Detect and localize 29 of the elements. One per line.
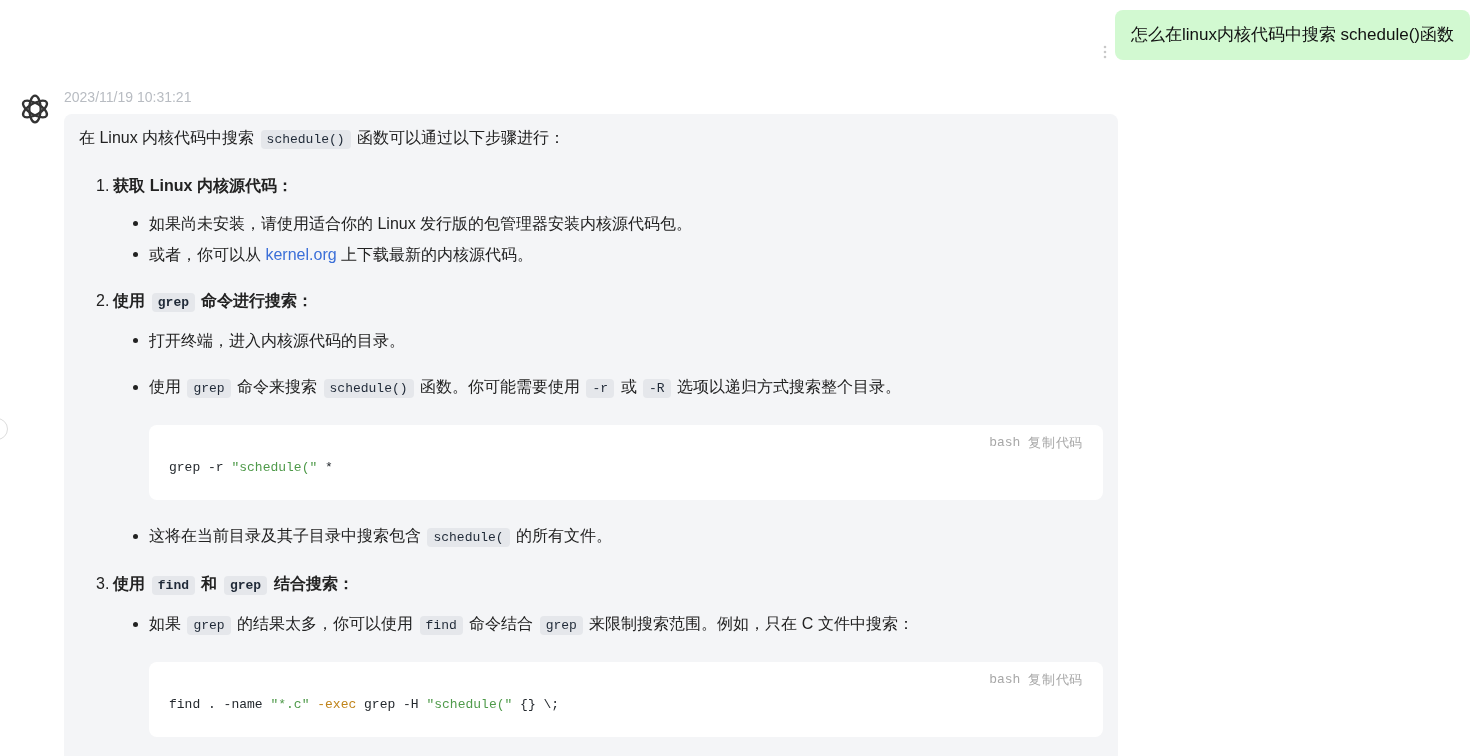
code-line: grep -r "schedule(" * — [169, 459, 334, 477]
step-title: 使用 grep 命令进行搜索： — [113, 291, 314, 309]
paragraph-text: 在 Linux 内核代码中搜索 schedule() 函数可以通过以下步骤进行： — [79, 128, 566, 146]
step-number: 3. — [96, 573, 110, 594]
kernel-link[interactable]: kernel.org — [265, 245, 337, 263]
paragraph-text: 使用 grep 命令来搜索 schedule() 函数。你可能需要使用 -r 或 -R 选项以递归方式搜索整个目录。 — [149, 376, 902, 400]
copy-code-button[interactable]: 复制代码 — [1028, 669, 1083, 689]
bullet-icon — [133, 622, 138, 627]
paragraph-text: 打开终端，进入内核源代码的目录。 — [149, 330, 405, 351]
message-timestamp: 2023/11/19 10:31:21 — [64, 87, 193, 107]
more-icon[interactable] — [1102, 44, 1107, 59]
paragraph-text: 如果尚未安装，请使用适合你的 Linux 发行版的包管理器安装内核源代码包。 — [149, 213, 693, 234]
bullet-icon — [133, 221, 138, 226]
bullet-icon — [133, 534, 138, 539]
step-title: 使用 find 和 grep 结合搜索： — [113, 574, 354, 592]
step-number: 2. — [96, 290, 110, 311]
bullet-icon — [133, 385, 138, 390]
language-label: bash — [989, 670, 1021, 689]
bullet-icon — [133, 252, 138, 257]
user-message: 怎么在linux内核代码中搜索 schedule()函数 — [1114, 10, 1470, 60]
language-label: bash — [989, 433, 1021, 452]
copy-code-button[interactable]: 复制代码 — [1028, 432, 1083, 452]
paragraph-text: 这将在当前目录及其子目录中搜索包含 schedule( 的所有文件。 — [149, 525, 613, 549]
paragraph-text: 如果 grep 的结果太多，你可以使用 find 命令结合 grep 来限制搜索范围。例如，只在 C 文件中搜索： — [149, 613, 914, 637]
paragraph-text: 或者，你可以从 kernel.org 上下载最新的内核源代码。 — [149, 244, 534, 265]
step-number: 1. — [96, 175, 110, 196]
code-line: find . -name "*.c" -exec grep -H "schedule(" {} \; — [169, 696, 561, 714]
step-title: 获取 Linux 内核源代码： — [113, 176, 293, 194]
bullet-icon — [133, 338, 138, 343]
